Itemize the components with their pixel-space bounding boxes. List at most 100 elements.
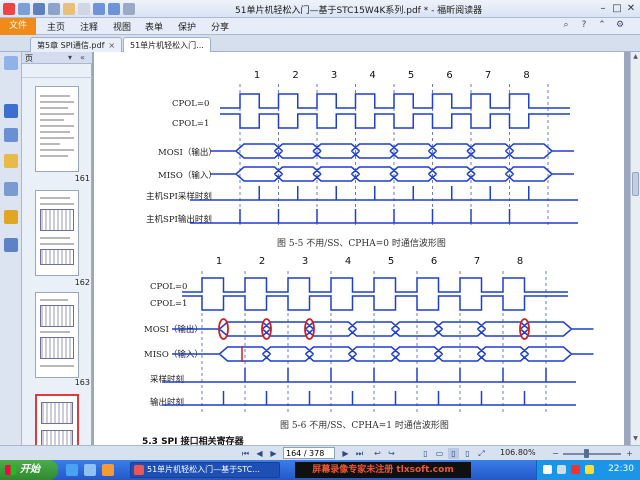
panel-close-icon[interactable]: «	[80, 53, 85, 62]
prev-page-icon[interactable]: ◀	[254, 448, 265, 459]
taskbar-item-reader[interactable]: 51单片机轻松入门—基于STC...	[130, 462, 280, 478]
vertical-scrollbar[interactable]: ▲ ▼	[630, 52, 640, 445]
status-bar: ⏮ ◀ ▶ 164 / 378 ▶ ⏭ ↩ ↪ ▯ ▭ ▯ ▯ ⤢ 106.80…	[0, 445, 640, 460]
figure-caption: 图 5-5 不用/SS、CPHA=0 时通信波形图	[277, 237, 446, 249]
layers-icon[interactable]	[4, 128, 18, 142]
timing-diagrams: CPOL=0 CPOL=1 MOSI（输出） MISO（输入） 主机SPI采样时…	[142, 70, 594, 445]
customize-icon[interactable]	[123, 3, 135, 15]
print-icon[interactable]	[48, 3, 60, 15]
miso-waveform	[210, 166, 574, 182]
scroll-up-icon[interactable]: ▲	[632, 53, 639, 61]
save-icon[interactable]	[33, 3, 45, 15]
zoom-level[interactable]: 106.80%	[500, 448, 536, 457]
clock-number: 2	[292, 70, 298, 81]
zoom-out-icon[interactable]: −	[550, 448, 561, 459]
start-label: 开始	[20, 464, 40, 475]
quicklaunch-media-icon[interactable]	[102, 464, 114, 476]
page-number-label: 161	[74, 174, 90, 183]
page-thumbnail[interactable]	[35, 190, 79, 276]
page-number-input[interactable]: 164 / 378	[283, 447, 335, 459]
clock-number: 5	[408, 70, 414, 81]
next-page-icon[interactable]: ▶	[268, 448, 279, 459]
document-tabs: 第5章 SPI通信.pdf × 51单片机轻松入门...	[0, 35, 640, 52]
clock-number: 1	[254, 70, 260, 81]
tab-form[interactable]: 表单	[145, 20, 163, 33]
signatures-icon[interactable]	[4, 238, 18, 252]
page-thumbnail[interactable]	[35, 86, 79, 172]
figure-caption: 图 5-6 不用/SS、CPHA=1 时通信波形图	[280, 419, 449, 431]
tray-ime-icon[interactable]	[585, 465, 594, 474]
start-button[interactable]: 开始	[0, 460, 58, 480]
undo-icon[interactable]	[93, 3, 105, 15]
clock-number: 2	[259, 256, 265, 267]
doc-tab-spi[interactable]: 第5章 SPI通信.pdf ×	[30, 37, 123, 52]
zoom-slider-handle[interactable]	[584, 449, 589, 458]
tab-view[interactable]: 视图	[113, 20, 131, 33]
clock-number: 8	[523, 70, 529, 81]
comments-icon[interactable]	[4, 154, 18, 168]
minimize-icon[interactable]: –	[596, 2, 610, 15]
document-view[interactable]: CPOL=0 CPOL=1 MOSI（输出） MISO（输入） 主机SPI采样时…	[92, 52, 630, 445]
signal-label: MISO（输入）	[158, 170, 217, 181]
page-thumbnail[interactable]	[35, 292, 79, 378]
tray-volume-icon[interactable]	[557, 465, 566, 474]
redo-icon[interactable]	[108, 3, 120, 15]
miso-waveform-2	[172, 346, 594, 362]
attachments-icon[interactable]	[4, 182, 18, 196]
continuous-facing-icon[interactable]: ▯	[462, 448, 473, 459]
continuous-page-icon[interactable]: ▭	[434, 448, 445, 459]
panel-menu-icon[interactable]: ▾	[68, 53, 72, 62]
quicklaunch-ie-icon[interactable]	[66, 464, 78, 476]
forward-icon[interactable]: ↪	[386, 448, 397, 459]
cpol0-waveform-2	[182, 277, 568, 293]
hand-tool-icon[interactable]	[63, 3, 75, 15]
scroll-down-icon[interactable]: ▼	[632, 435, 639, 443]
open-icon[interactable]	[18, 3, 30, 15]
select-tool-icon[interactable]	[78, 3, 90, 15]
scroll-thumb[interactable]	[632, 172, 639, 196]
tab-comment[interactable]: 注释	[80, 20, 98, 33]
zoom-slider[interactable]	[563, 453, 621, 455]
tray-network-icon[interactable]	[543, 465, 552, 474]
clock-number: 1	[216, 256, 222, 267]
close-icon[interactable]: ✕	[624, 2, 638, 15]
facing-page-icon[interactable]: ▯	[448, 448, 459, 459]
quicklaunch-desktop-icon[interactable]	[84, 464, 96, 476]
single-page-icon[interactable]: ▯	[420, 448, 431, 459]
clock-number: 4	[345, 256, 351, 267]
clock-number: 6	[446, 70, 452, 81]
back-icon[interactable]: ↩	[372, 448, 383, 459]
pages-tools	[22, 64, 92, 78]
first-page-icon[interactable]: ⏮	[240, 448, 251, 459]
tab-home[interactable]: 主页	[47, 20, 65, 33]
clock-number: 3	[302, 256, 308, 267]
clock-number: 6	[431, 256, 437, 267]
pages-panel-title: 页	[25, 54, 33, 63]
fit-page-icon[interactable]: ⤢	[476, 448, 487, 459]
tab-file[interactable]: 文件	[0, 18, 36, 35]
tray-security-icon[interactable]	[571, 465, 580, 474]
zoom-in-icon[interactable]: +	[624, 448, 635, 459]
pages-icon[interactable]	[4, 104, 18, 118]
ribbon-collapse-icon[interactable]: ⌃	[596, 20, 608, 32]
clock-number: 7	[474, 256, 480, 267]
doc-tab-book[interactable]: 51单片机轻松入门...	[123, 37, 211, 52]
last-page-icon[interactable]: ⏭	[354, 448, 365, 459]
section-heading: 5.3 SPI 接口相关寄存器	[142, 435, 245, 445]
search-icon[interactable]: ⌕	[560, 20, 572, 32]
window-title: 51单片机轻松入门—基于STC15W4K系列.pdf * - 福昕阅读器	[235, 6, 483, 16]
tab-share[interactable]: 分享	[211, 20, 229, 33]
doc-tab-close-icon[interactable]: ×	[108, 41, 115, 50]
settings-icon[interactable]: ⚙	[614, 20, 626, 32]
bookmarks-icon[interactable]	[4, 56, 18, 70]
clock-number: 5	[388, 256, 394, 267]
tab-protect[interactable]: 保护	[178, 20, 196, 33]
security-icon[interactable]	[4, 210, 18, 224]
next-page-icon-2[interactable]: ▶	[340, 448, 351, 459]
taskbar: 开始 51单片机轻松入门—基于STC... 屏幕录像专家未注册 tlxsoft.…	[0, 460, 640, 480]
clock-number: 3	[331, 70, 337, 81]
maximize-icon[interactable]: □	[610, 2, 624, 15]
page-number-label: 163	[74, 378, 90, 387]
help-icon[interactable]: ?	[578, 20, 590, 32]
taskbar-item-label: 51单片机轻松入门—基于STC...	[147, 465, 260, 474]
